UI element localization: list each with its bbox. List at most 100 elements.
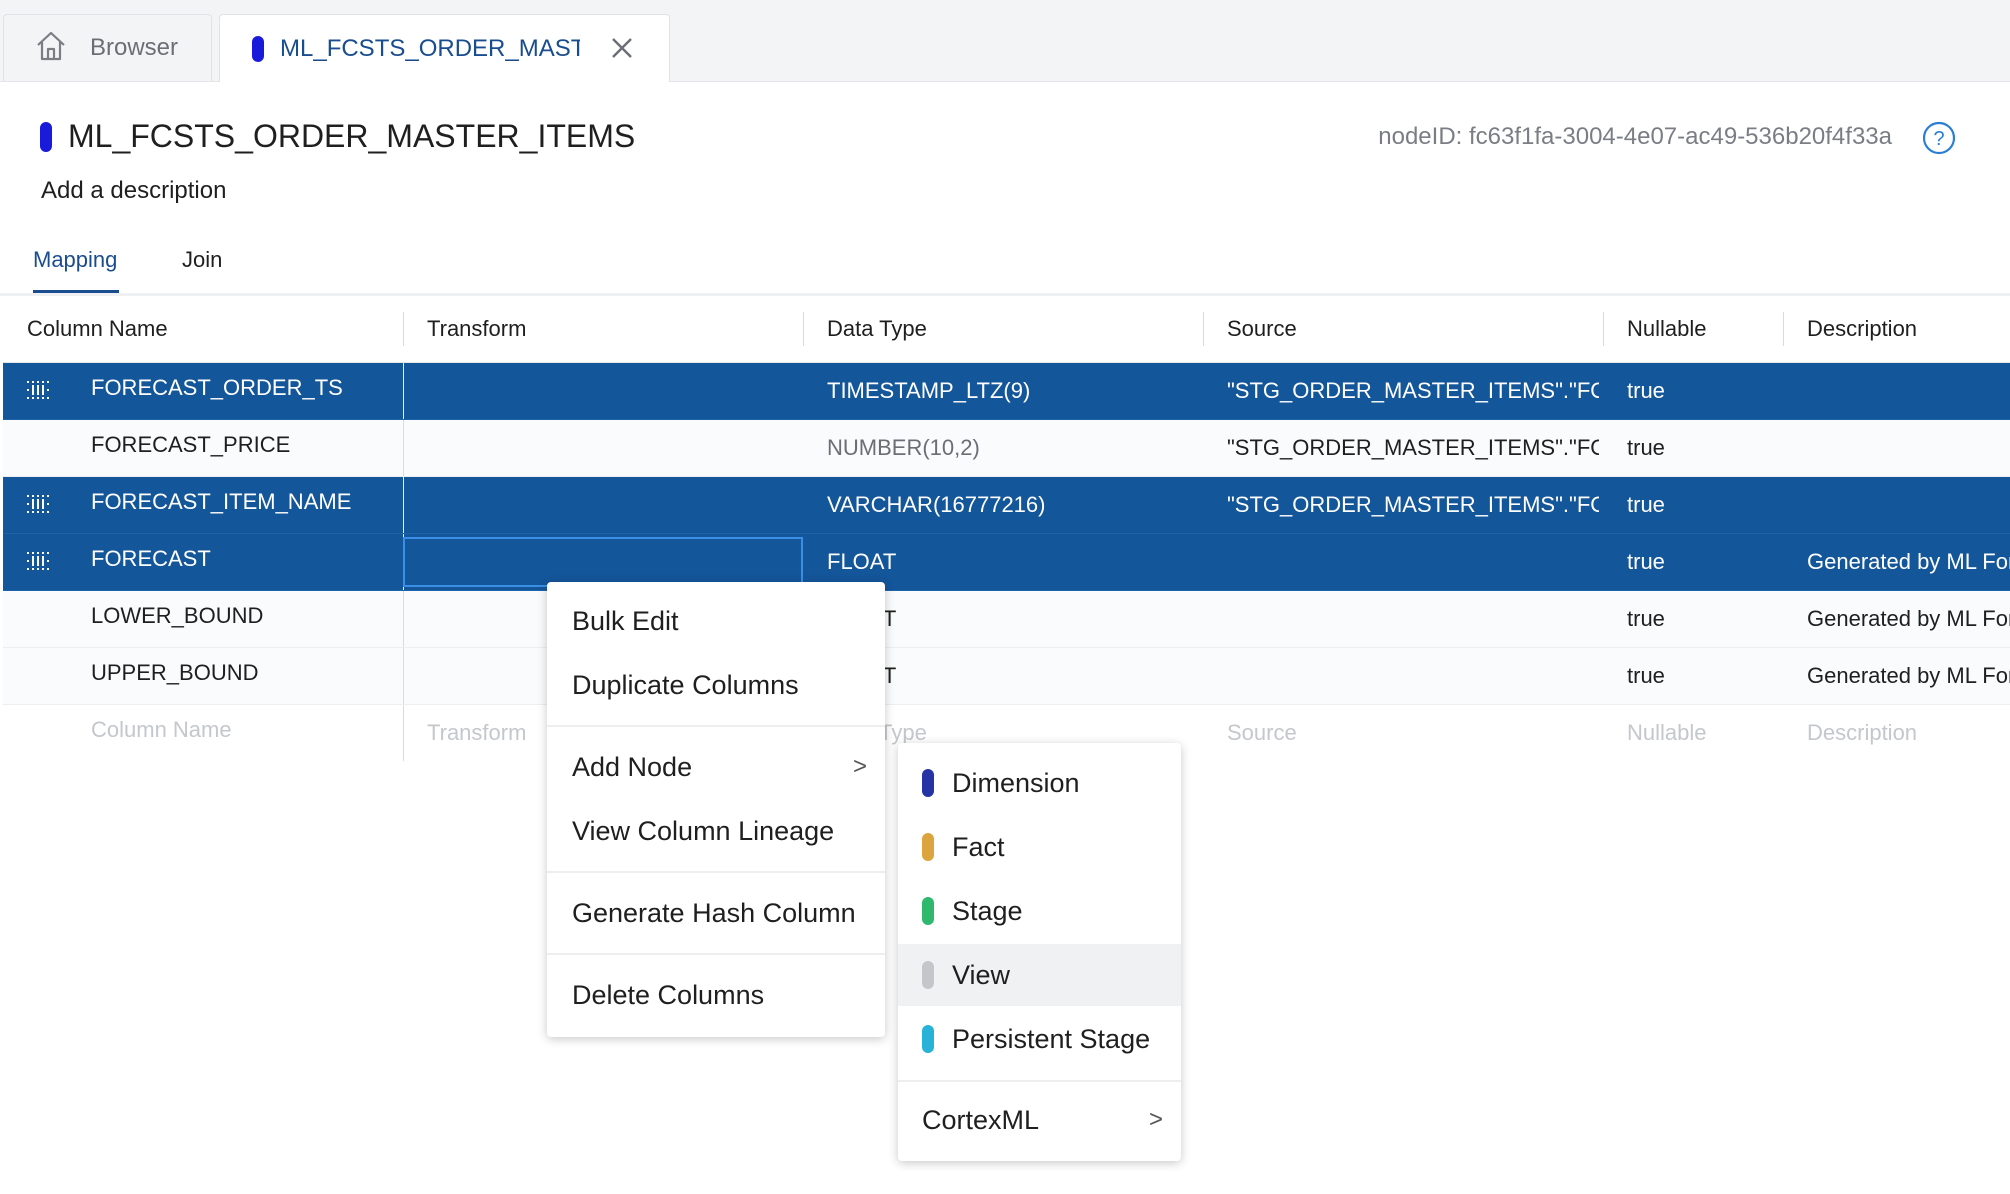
home-icon (34, 29, 68, 68)
header-nullable[interactable]: Nullable (1627, 296, 1707, 362)
table-row[interactable]: FORECAST_PRICE NUMBER(10,2) "STG_ORDER_M… (3, 420, 2010, 477)
menu-divider (547, 871, 885, 873)
submenu-item-label: Stage (952, 896, 1023, 926)
column-name-cell[interactable]: UPPER_BOUND (91, 648, 391, 704)
column-name-cell[interactable]: FORECAST_ITEM_NAME (91, 477, 391, 533)
header-transform[interactable]: Transform (427, 296, 526, 362)
tab-node[interactable]: ML_FCSTS_ORDER_MAST... (219, 14, 670, 82)
submenu-item-label: CortexML (922, 1105, 1040, 1135)
node-id: nodeID: fc63f1fa-3004-4e07-ac49-536b20f4… (1378, 123, 1892, 150)
menu-item-bulk-edit[interactable]: Bulk Edit (547, 593, 885, 649)
drag-handle-icon[interactable] (27, 495, 49, 513)
menu-item-duplicate-columns[interactable]: Duplicate Columns (547, 657, 885, 713)
description-cell[interactable]: Generated by ML Forecast (1807, 591, 2010, 647)
tab-browser-label: Browser (90, 34, 179, 61)
menu-divider (547, 725, 885, 727)
node-type-pill-icon (40, 121, 52, 152)
table-header: Column Name Transform Data Type Source N… (3, 296, 2010, 363)
cell-divider (403, 591, 404, 647)
source-cell[interactable]: "STG_ORDER_MASTER_ITEMS"."FORECAST_ITEM_… (1227, 477, 1599, 533)
help-icon[interactable]: ? (1922, 121, 1956, 155)
tab-browser[interactable]: Browser (3, 14, 212, 81)
header-description[interactable]: Description (1807, 296, 1917, 362)
submenu-item-stage[interactable]: Stage (898, 880, 1181, 942)
header-source[interactable]: Source (1227, 296, 1297, 362)
nullable-cell[interactable]: true (1627, 534, 1767, 590)
submenu-item-persistent-stage[interactable]: Persistent Stage (898, 1008, 1181, 1070)
table-row[interactable]: LOWER_BOUND FLOAT true Generated by ML F… (3, 591, 2010, 648)
cell-divider (403, 363, 404, 419)
header-column-name[interactable]: Column Name (27, 296, 168, 362)
nullable-placeholder[interactable]: Nullable (1627, 705, 1767, 761)
table-row[interactable]: FORECAST FLOAT true Generated by ML Fore… (3, 534, 2010, 591)
drag-handle-icon[interactable] (27, 381, 49, 399)
column-name-input[interactable]: Column Name (91, 705, 391, 761)
nullable-cell[interactable]: true (1627, 477, 1767, 533)
submenu-item-dimension[interactable]: Dimension (898, 752, 1181, 814)
chevron-right-icon: > (1148, 1106, 1163, 1133)
menu-item-delete-columns[interactable]: Delete Columns (547, 967, 885, 1023)
description-cell[interactable]: Generated by ML Forecast (1807, 534, 2010, 590)
source-cell[interactable]: "STG_ORDER_MASTER_ITEMS"."FORECAST_ORDER… (1227, 363, 1599, 419)
tab-node-label: ML_FCSTS_ORDER_MAST... (280, 34, 580, 62)
table-row[interactable]: FORECAST_ORDER_TS TIMESTAMP_LTZ(9) "STG_… (3, 363, 2010, 420)
cell-divider (403, 420, 404, 476)
submenu-item-label: Persistent Stage (952, 1024, 1151, 1054)
add-node-submenu: Dimension Fact Stage View Persistent Sta… (898, 743, 1181, 1161)
description-field[interactable]: Add a description (41, 177, 226, 205)
svg-text:?: ? (1933, 128, 1944, 150)
chevron-right-icon: > (852, 753, 867, 780)
column-name-cell[interactable]: FORECAST_PRICE (91, 420, 391, 476)
source-placeholder[interactable]: Source (1227, 705, 1587, 761)
cell-divider (403, 648, 404, 704)
column-name-cell[interactable]: FORECAST (91, 534, 391, 590)
tab-mapping[interactable]: Mapping (33, 247, 117, 273)
menu-divider (547, 953, 885, 955)
nullable-cell[interactable]: true (1627, 363, 1767, 419)
nullable-cell[interactable]: true (1627, 420, 1767, 476)
stage-pill-icon (922, 897, 934, 925)
menu-item-add-node[interactable]: Add Node > (547, 739, 885, 795)
transform-input[interactable] (403, 537, 803, 587)
node-pill-icon (252, 35, 264, 62)
column-name-cell[interactable]: FORECAST_ORDER_TS (91, 363, 391, 419)
menu-divider (898, 1080, 1181, 1082)
source-cell[interactable]: "STG_ORDER_MASTER_ITEMS"."FORECAST_PRICE… (1227, 420, 1599, 476)
close-icon[interactable] (607, 33, 637, 63)
fact-pill-icon (922, 833, 934, 861)
tab-join[interactable]: Join (182, 247, 222, 273)
drag-handle-icon[interactable] (27, 552, 49, 570)
table-row[interactable]: UPPER_BOUND FLOAT true Generated by ML F… (3, 648, 2010, 705)
column-divider[interactable] (1783, 312, 1784, 346)
header-data-type[interactable]: Data Type (827, 296, 927, 362)
column-divider[interactable] (403, 312, 404, 346)
column-divider[interactable] (803, 312, 804, 346)
menu-item-generate-hash-column[interactable]: Generate Hash Column (547, 885, 885, 941)
dimension-pill-icon (922, 769, 934, 797)
menu-item-add-node-label: Add Node (572, 752, 693, 782)
data-type-cell[interactable]: NUMBER(10,2) (827, 420, 1187, 476)
description-placeholder[interactable]: Description (1807, 705, 2010, 761)
submenu-item-fact[interactable]: Fact (898, 816, 1181, 878)
context-menu: Bulk Edit Duplicate Columns Add Node > V… (547, 582, 885, 1037)
submenu-item-label: Fact (952, 832, 1005, 862)
column-divider[interactable] (1603, 312, 1604, 346)
column-name-cell[interactable]: LOWER_BOUND (91, 591, 391, 647)
nullable-cell[interactable]: true (1627, 648, 1767, 704)
submenu-item-cortexml[interactable]: CortexML > (898, 1089, 1181, 1151)
table-row[interactable]: FORECAST_ITEM_NAME VARCHAR(16777216) "ST… (3, 477, 2010, 534)
menu-item-view-column-lineage[interactable]: View Column Lineage (547, 803, 885, 859)
submenu-item-label: View (952, 960, 1011, 990)
view-pill-icon (922, 961, 934, 989)
submenu-item-view[interactable]: View (898, 944, 1181, 1006)
nullable-cell[interactable]: true (1627, 591, 1767, 647)
data-type-cell[interactable]: TIMESTAMP_LTZ(9) (827, 363, 1187, 419)
page-title: ML_FCSTS_ORDER_MASTER_ITEMS (68, 118, 636, 154)
description-cell[interactable]: Generated by ML Forecast (1807, 648, 2010, 704)
submenu-item-label: Dimension (952, 768, 1080, 798)
tab-bar: Browser ML_FCSTS_ORDER_MAST... (0, 0, 2010, 82)
data-type-cell[interactable]: VARCHAR(16777216) (827, 477, 1187, 533)
title-row: ML_FCSTS_ORDER_MASTER_ITEMS (40, 118, 635, 155)
column-divider[interactable] (1203, 312, 1204, 346)
persistent-stage-pill-icon (922, 1025, 934, 1053)
